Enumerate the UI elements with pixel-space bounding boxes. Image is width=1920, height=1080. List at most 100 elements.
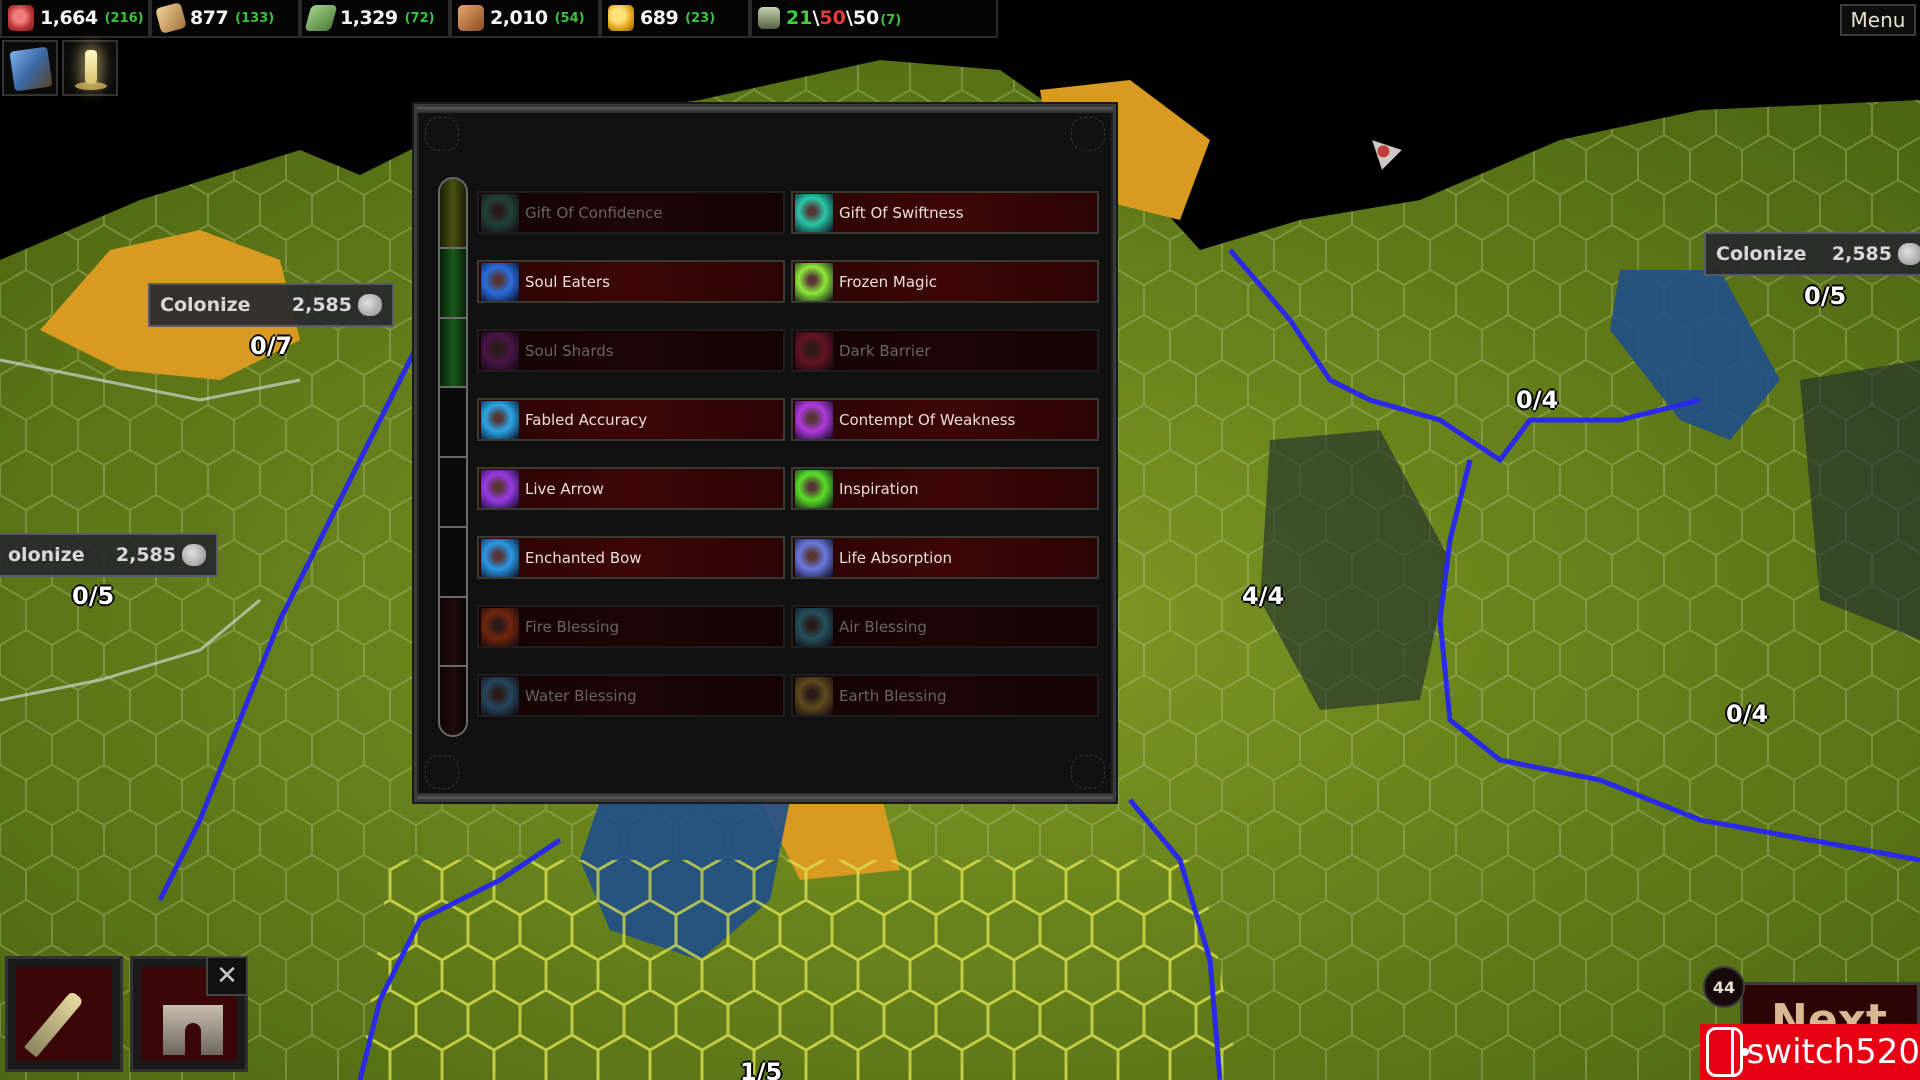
castle-gate xyxy=(185,1023,201,1055)
spell-panel: Gift Of Confidence Gift Of Swiftness Soul … xyxy=(414,104,1116,802)
spell-name: Gift Of Swiftness xyxy=(839,203,964,222)
progress-segment xyxy=(440,179,466,249)
spellbook-button[interactable] xyxy=(2,40,58,96)
spell-item[interactable]: Gift Of Swiftness xyxy=(791,191,1099,234)
resource-population[interactable]: 21\50\50(7) xyxy=(750,0,998,38)
population-delta: (7) xyxy=(880,13,902,28)
colonize-label: Colonize xyxy=(1716,243,1807,265)
spell-item[interactable]: Soul Eaters xyxy=(477,260,785,303)
resource-food[interactable]: 1,664 (216) xyxy=(0,0,150,38)
live-arrow-icon xyxy=(481,469,519,508)
castle-icon xyxy=(163,1005,223,1055)
spell-name: Fire Blessing xyxy=(525,617,620,636)
turn-counter: 44 xyxy=(1703,966,1745,1008)
soul-shards-icon xyxy=(481,331,519,370)
spell-item[interactable]: Air Blessing xyxy=(791,605,1099,648)
fire-icon xyxy=(481,607,519,646)
inspiration-icon xyxy=(795,469,833,508)
spell-item[interactable]: Fabled Accuracy xyxy=(477,398,785,441)
resource-delta: (72) xyxy=(404,10,435,26)
spell-name: Contempt Of Weakness xyxy=(839,410,1016,429)
candle-button[interactable] xyxy=(62,40,118,96)
panel-bottom-rail xyxy=(417,793,1113,799)
enchanted-bow-icon xyxy=(481,538,519,577)
region-count: 0/7 xyxy=(250,332,293,360)
spell-item[interactable]: Life Absorption xyxy=(791,536,1099,579)
spellbook-icon xyxy=(9,46,53,92)
watermark: switch520 xyxy=(1700,1024,1920,1080)
switch-logo-icon xyxy=(1706,1027,1749,1077)
corner-ornament-icon xyxy=(1071,117,1105,151)
population-separator: \ xyxy=(845,7,853,29)
colonize-button[interactable]: Colonize 2,585 xyxy=(148,283,394,327)
resource-bar: 1,664 (216) 877 (133) 1,329 (72) 2,010 (… xyxy=(0,0,998,38)
resource-gold[interactable]: 689 (23) xyxy=(600,0,750,38)
colonize-button[interactable]: Colonize 2,585 xyxy=(1704,232,1920,276)
stone-icon xyxy=(1898,243,1920,265)
region-count: 0/5 xyxy=(1804,282,1847,310)
population-max: 50 xyxy=(852,7,880,29)
water-icon xyxy=(481,676,519,715)
gold-coins-icon xyxy=(608,5,634,31)
population-current: 21 xyxy=(786,7,813,29)
button-background xyxy=(16,967,112,1061)
spell-name: Live Arrow xyxy=(525,479,604,498)
colonize-cost: 2,585 xyxy=(1831,243,1892,265)
region-count: 1/5 xyxy=(740,1058,783,1080)
resource-cloth[interactable]: 1,329 (72) xyxy=(300,0,450,38)
progress-segment xyxy=(440,248,466,319)
meat-icon xyxy=(8,5,34,31)
spell-name: Dark Barrier xyxy=(839,341,931,360)
spell-item[interactable]: Live Arrow xyxy=(477,467,785,510)
spell-item[interactable]: Enchanted Bow xyxy=(477,536,785,579)
confidence-icon xyxy=(481,193,519,232)
crate-icon xyxy=(458,5,484,31)
spell-item[interactable]: Fire Blessing xyxy=(477,605,785,648)
spell-item[interactable]: Dark Barrier xyxy=(791,329,1099,372)
region-count: 0/4 xyxy=(1516,386,1559,414)
military-button[interactable] xyxy=(5,956,123,1072)
resource-value: 689 xyxy=(640,7,679,29)
spell-name: Soul Eaters xyxy=(525,272,610,291)
stone-icon xyxy=(182,544,206,566)
spell-name: Life Absorption xyxy=(839,548,952,567)
spell-name: Frozen Magic xyxy=(839,272,937,291)
progress-segment xyxy=(440,458,466,528)
region-count: 0/5 xyxy=(72,582,115,610)
resource-delta: (54) xyxy=(554,10,585,26)
spell-item[interactable]: Earth Blessing xyxy=(791,674,1099,717)
colonize-button[interactable]: olonize 2,585 xyxy=(0,533,218,577)
earth-icon xyxy=(795,676,833,715)
corner-ornament-icon xyxy=(425,755,459,789)
dark-barrier-icon xyxy=(795,331,833,370)
region-count: 4/4 xyxy=(1242,582,1285,610)
life-absorption-icon xyxy=(795,538,833,577)
spell-name: Fabled Accuracy xyxy=(525,410,648,429)
spell-item[interactable]: Water Blessing xyxy=(477,674,785,717)
spell-name: Air Blessing xyxy=(839,617,927,636)
spell-name: Enchanted Bow xyxy=(525,548,642,567)
resource-delta: (216) xyxy=(104,10,144,26)
spell-item[interactable]: Soul Shards xyxy=(477,329,785,372)
contempt-icon xyxy=(795,400,833,439)
colonize-cost: 2,585 xyxy=(115,544,176,566)
spell-item[interactable]: Gift Of Confidence xyxy=(477,191,785,234)
close-button[interactable]: ✕ xyxy=(206,956,248,996)
wood-log-icon xyxy=(155,2,187,34)
corner-ornament-icon xyxy=(425,117,459,151)
resource-wood[interactable]: 877 (133) xyxy=(150,0,300,38)
spell-item[interactable]: Contempt Of Weakness xyxy=(791,398,1099,441)
people-icon xyxy=(758,7,780,29)
panel-top-rail xyxy=(417,107,1113,113)
spell-item[interactable]: Frozen Magic xyxy=(791,260,1099,303)
menu-button[interactable]: Menu xyxy=(1840,4,1916,36)
resource-materials[interactable]: 2,010 (54) xyxy=(450,0,600,38)
cloth-roll-icon xyxy=(304,5,338,31)
resource-delta: (23) xyxy=(685,10,716,26)
spell-name: Soul Shards xyxy=(525,341,614,360)
spell-item[interactable]: Inspiration xyxy=(791,467,1099,510)
spell-name: Inspiration xyxy=(839,479,919,498)
resource-delta: (133) xyxy=(235,10,275,26)
resource-value: 1,329 xyxy=(340,7,398,29)
progress-segment xyxy=(440,318,466,389)
